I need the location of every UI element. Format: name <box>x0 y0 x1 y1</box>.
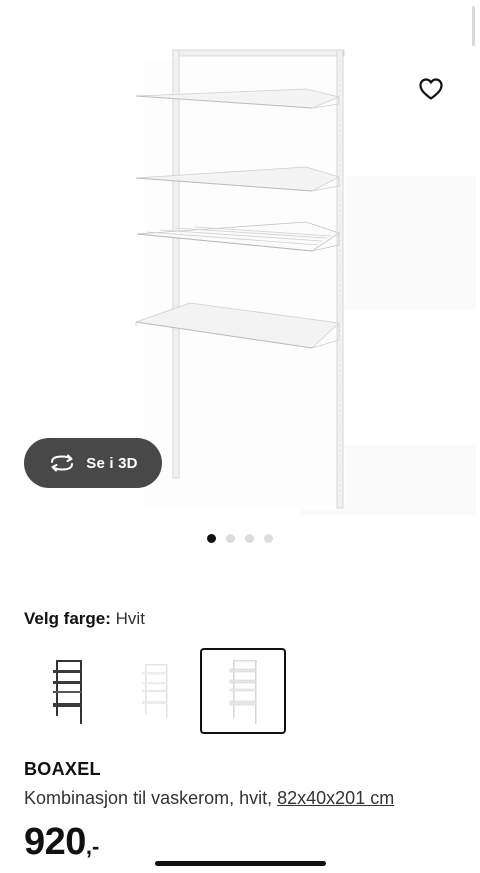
favorite-button[interactable] <box>414 72 448 106</box>
price-amount: 920 <box>24 821 86 863</box>
pagination-dot[interactable] <box>245 534 254 543</box>
view-3d-button[interactable]: Se i 3D <box>24 438 162 488</box>
shelf-thumbnail-dark <box>53 660 82 724</box>
color-value: Hvit <box>115 609 145 628</box>
product-brand: BOAXEL <box>24 759 101 779</box>
price-suffix: ,- <box>85 834 100 859</box>
product-price: 920 ,- <box>24 821 99 864</box>
shelf-thumbnail-white-selected <box>229 660 257 724</box>
color-selector-heading: Velg farge: Hvit <box>24 609 145 629</box>
home-indicator[interactable] <box>155 861 326 866</box>
rotate-3d-icon <box>48 453 76 473</box>
view-3d-label: Se i 3D <box>86 454 138 472</box>
swatch-dark[interactable] <box>24 648 110 734</box>
shelf-thumbnail-white <box>142 664 168 718</box>
color-swatches <box>24 648 286 734</box>
swatch-white-alt[interactable] <box>112 648 198 734</box>
color-label: Velg farge: <box>24 609 111 628</box>
product-description: Kombinasjon til vaskerom, hvit, 82x40x20… <box>24 788 394 809</box>
gallery-pagination <box>0 534 480 543</box>
product-description-text: Kombinasjon til vaskerom, hvit, <box>24 788 273 808</box>
pagination-dot[interactable] <box>264 534 273 543</box>
heart-icon <box>419 78 443 100</box>
product-measure-link[interactable]: 82x40x201 cm <box>277 788 394 808</box>
pagination-dot[interactable] <box>207 534 216 543</box>
swatch-white-selected[interactable] <box>200 648 286 734</box>
product-gallery[interactable]: Se i 3D <box>0 0 480 520</box>
pagination-dot[interactable] <box>226 534 235 543</box>
